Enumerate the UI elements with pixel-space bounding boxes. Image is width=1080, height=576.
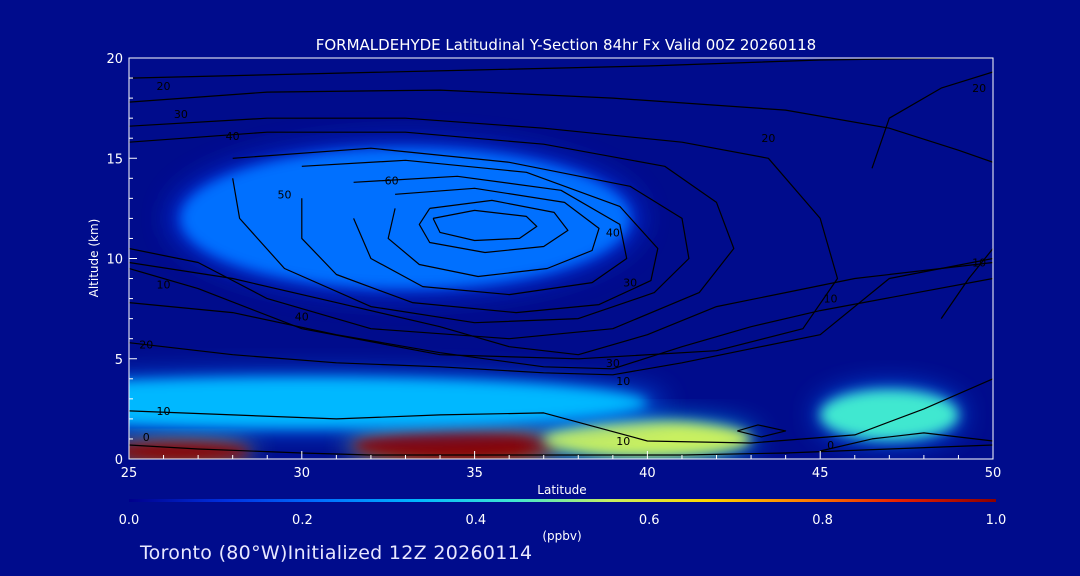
x-tick-label: 30 — [294, 466, 311, 481]
y-tick-label: 0 — [115, 453, 123, 468]
field-feature-3 — [820, 389, 959, 440]
contour-label-13: 10 — [616, 375, 630, 388]
colorbar-tick-label: 0.0 — [119, 513, 140, 528]
contour-label-7: 20 — [761, 132, 775, 145]
contour-label-1: 30 — [174, 108, 188, 121]
x-tick-label: 40 — [639, 466, 656, 481]
contour-label-10: 40 — [295, 311, 309, 324]
field-feature-1 — [129, 440, 250, 459]
contour-label-8: 20 — [972, 82, 986, 95]
contour-label-16: 10 — [157, 405, 171, 418]
contour-label-4: 60 — [385, 174, 399, 187]
colorbar-unit: (ppbv) — [542, 529, 581, 543]
field-feature-0 — [353, 428, 561, 459]
x-tick-label: 45 — [812, 466, 829, 481]
contour-label-15: 10 — [972, 257, 986, 270]
colorbar-tick-label: 0.2 — [292, 513, 313, 528]
contour-label-12: 30 — [606, 357, 620, 370]
y-tick-label: 20 — [106, 52, 123, 67]
contour-label-11: 20 — [139, 339, 153, 352]
y-tick-label: 5 — [115, 353, 123, 368]
contour-label-17: 0 — [143, 431, 150, 444]
colorbar-tick-label: 1.0 — [986, 513, 1007, 528]
y-tick-label: 10 — [106, 253, 123, 268]
colorbar-tick-label: 0.8 — [812, 513, 833, 528]
contour-label-6: 30 — [623, 277, 637, 290]
contour-label-18: 10 — [616, 435, 630, 448]
footer-caption: Toronto (80°W)Initialized 12Z 20260114 — [140, 542, 533, 564]
contour-label-5: 40 — [606, 226, 620, 239]
plot-area: 20 30 40 50 60 40 30 20 20 10 40 20 30 10 10 10 10 0 10 0 — [128, 57, 994, 460]
contour-label-3: 50 — [278, 188, 292, 201]
chart-title: FORMALDEHYDE Latitudinal Y-Section 84hr … — [316, 36, 816, 54]
colorbar-tick-label: 0.4 — [465, 513, 486, 528]
contour-label-0: 20 — [157, 80, 171, 93]
colorbar-gradient — [129, 499, 996, 502]
colorbar-ticks: 0.0 0.2 0.4 0.6 0.8 1.0 — [119, 513, 1007, 528]
contour-label-9: 10 — [157, 279, 171, 292]
y-axis-label: Altitude (km) — [87, 219, 101, 298]
contour-label-14: 10 — [824, 293, 838, 306]
contour-label-2: 40 — [226, 130, 240, 143]
x-tick-label: 25 — [121, 466, 138, 481]
contour-label-19: 0 — [827, 439, 834, 452]
y-tick-label: 15 — [106, 152, 123, 167]
x-tick-label: 50 — [985, 466, 1002, 481]
field-feature-5 — [180, 148, 631, 289]
x-axis-label: Latitude — [537, 483, 586, 497]
colorbar-tick-label: 0.6 — [639, 513, 660, 528]
x-tick-label: 35 — [466, 466, 483, 481]
chart-stage: FORMALDEHYDE Latitudinal Y-Section 84hr … — [87, 36, 1007, 543]
colorbar: 0.0 0.2 0.4 0.6 0.8 1.0 (ppbv) — [119, 499, 1007, 543]
